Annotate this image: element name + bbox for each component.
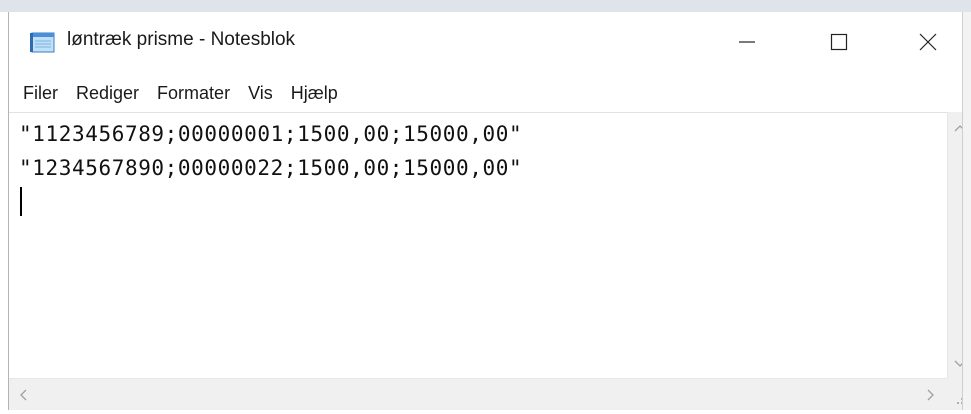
close-button[interactable]: [885, 12, 971, 72]
menu-file[interactable]: Filer: [9, 79, 67, 107]
text-editor[interactable]: "1123456789;00000001;1500,00;15000,00" "1…: [9, 112, 947, 378]
chevron-left-icon: [20, 389, 27, 401]
notepad-icon: [29, 30, 57, 54]
text-caret: [20, 187, 22, 216]
background-window-strip: [0, 0, 971, 12]
maximize-icon: [830, 33, 848, 51]
window-title: løntræk prisme - Notesblok: [67, 29, 296, 50]
title-bar[interactable]: løntræk prisme - Notesblok: [9, 12, 971, 74]
horizontal-scrollbar[interactable]: [9, 378, 947, 410]
editor-content: "1123456789;00000001;1500,00;15000,00" "1…: [19, 117, 522, 185]
scroll-right-button[interactable]: [919, 383, 943, 407]
menu-format[interactable]: Formater: [148, 79, 239, 107]
menu-edit[interactable]: Rediger: [67, 79, 148, 107]
close-icon: [919, 33, 937, 51]
chevron-right-icon: [927, 389, 934, 401]
menu-bar: Filer Rediger Formater Vis Hjælp: [9, 74, 971, 112]
editor-line: "1234567890;00000022;1500,00;15000,00": [19, 156, 523, 180]
maximize-button[interactable]: [793, 12, 885, 72]
notepad-window: løntræk prisme - Notesblok Filer Rediger…: [8, 12, 971, 410]
minimize-icon: [739, 41, 755, 43]
window-edge: [962, 12, 971, 410]
editor-line: "1123456789;00000001;1500,00;15000,00": [19, 122, 523, 146]
minimize-button[interactable]: [701, 12, 793, 72]
menu-view[interactable]: Vis: [239, 79, 282, 107]
menu-help[interactable]: Hjælp: [282, 79, 347, 107]
scroll-left-button[interactable]: [11, 383, 35, 407]
